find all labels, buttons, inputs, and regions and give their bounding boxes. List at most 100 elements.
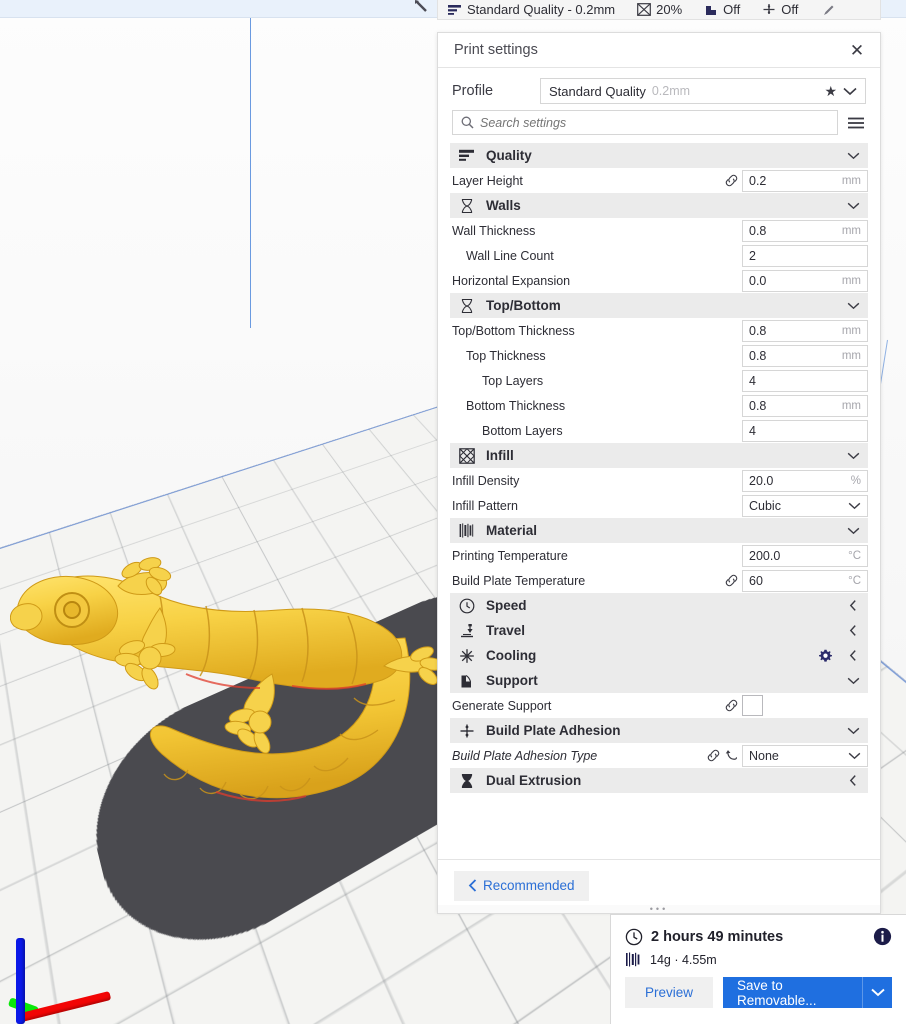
settings-list[interactable]: Quality Layer Height 0.2 mm Walls Wall Thickn… [438,143,880,859]
summary-support-label: Off [723,2,741,17]
chevron-down-icon[interactable] [846,452,860,460]
chevron-left-icon[interactable] [846,599,860,612]
chevron-down-icon[interactable] [843,87,857,96]
setting-field-horizontal-expansion[interactable]: 0.0 mm [742,269,868,292]
chevron-down-icon[interactable] [846,302,860,310]
chevron-down-icon[interactable] [846,677,860,685]
setting-value-wall-thickness: 0.8 [749,223,767,238]
axis-gizmo [6,924,136,1024]
setting-label-generate-support: Generate Support [452,698,552,713]
setting-row-infill-pattern: Infill Pattern Cubic [450,493,868,518]
setting-field-build-plate-temperature[interactable]: 60 °C [742,569,868,592]
settings-category-label: Speed [486,598,527,613]
link-icon[interactable] [724,574,738,587]
search-row [438,110,880,143]
setting-field-top-layers[interactable]: 4 [742,369,868,392]
settings-category-top-bottom[interactable]: Top/Bottom [450,293,868,318]
model-articulated-gecko[interactable] [10,548,440,878]
summary-edit-button[interactable] [822,4,835,17]
setting-field-build-plate-adhesion-type[interactable]: None [742,744,868,767]
settings-category-build-plate-adhesion[interactable]: Build Plate Adhesion [450,718,868,743]
setting-value-bottom-layers: 4 [749,423,756,438]
setting-value-top-layers: 4 [749,373,756,388]
settings-category-label: Top/Bottom [486,298,561,313]
setting-label-bottom-thickness: Bottom Thickness [466,398,566,413]
settings-category-walls[interactable]: Walls [450,193,868,218]
setting-label-top-thickness: Top Thickness [466,348,546,363]
save-to-removable-button[interactable]: Save to Removable... [723,977,862,1008]
chevron-down-icon[interactable] [848,499,861,513]
chevron-down-icon[interactable] [846,152,860,160]
close-icon[interactable]: ✕ [846,39,868,61]
setting-field-wall-thickness[interactable]: 0.8 mm [742,219,868,242]
setting-field-infill-pattern[interactable]: Cubic [742,494,868,517]
setting-label-top-bottom-thickness: Top/Bottom Thickness [452,323,575,338]
settings-visibility-menu-button[interactable] [846,113,866,133]
rotate-tool-icon[interactable] [412,0,432,16]
link-icon[interactable] [724,174,738,187]
setting-row-top-bottom-thickness: Top/Bottom Thickness 0.8 mm [450,318,868,343]
material-icon [626,952,640,967]
setting-field-layer-height[interactable]: 0.2 mm [742,169,868,192]
settings-category-quality[interactable]: Quality [450,143,868,168]
summary-support[interactable]: Off [704,2,740,17]
info-icon[interactable] [873,927,892,946]
chevron-down-icon[interactable] [846,727,860,735]
search-input[interactable] [480,115,829,130]
profile-sublabel: 0.2mm [651,84,691,98]
setting-unit-horizontal-expansion: mm [841,274,861,287]
summary-infill[interactable]: 20% [637,2,682,17]
gear-icon[interactable] [819,649,832,662]
material-usage: 14g · 4.55m [650,952,717,967]
chevron-left-icon [468,879,477,892]
setting-field-top-bottom-thickness[interactable]: 0.8 mm [742,319,868,342]
setting-field-bottom-thickness[interactable]: 0.8 mm [742,394,868,417]
preview-button[interactable]: Preview [625,977,714,1008]
setting-field-bottom-layers[interactable]: 4 [742,419,868,442]
star-icon[interactable]: ★ [824,83,837,100]
setting-label-printing-temperature: Printing Temperature [452,548,568,563]
recommended-button[interactable]: Recommended [454,870,589,901]
setting-label-infill-density: Infill Density [452,473,520,488]
panel-resize-grip[interactable]: ••• [437,904,881,914]
walls-icon [458,197,476,215]
support-icon [458,672,476,690]
setting-label-horizontal-expansion: Horizontal Expansion [452,273,571,288]
chevron-down-icon[interactable] [846,527,860,535]
chevron-left-icon[interactable] [846,624,860,637]
settings-category-infill[interactable]: Infill [450,443,868,468]
setting-field-top-thickness[interactable]: 0.8 mm [742,344,868,367]
summary-infill-label: 20% [656,2,683,17]
link-icon[interactable] [724,699,738,712]
settings-category-cooling[interactable]: Cooling [450,643,868,668]
summary-adhesion[interactable]: Off [762,2,798,17]
revert-icon[interactable] [724,749,738,762]
profile-name: Standard Quality [549,83,646,99]
settings-category-label: Cooling [486,648,537,663]
settings-category-dual-extrusion[interactable]: Dual Extrusion [450,768,868,793]
link-icon[interactable] [706,749,720,762]
settings-category-label: Walls [486,198,521,213]
settings-category-support[interactable]: Support [450,668,868,693]
settings-category-label: Quality [486,148,532,163]
search-icon [461,116,474,129]
summary-profile[interactable]: Standard Quality - 0.2mm [448,2,615,17]
settings-category-travel[interactable]: Travel [450,618,868,643]
print-setup-summary-bar[interactable]: Standard Quality - 0.2mm 20% Off Off [437,0,881,20]
profile-select[interactable]: Standard Quality 0.2mm ★ [540,78,866,104]
profile-label: Profile [452,83,494,99]
chevron-left-icon[interactable] [846,774,860,787]
settings-category-speed[interactable]: Speed [450,593,868,618]
top-bottom-icon [458,297,476,315]
settings-category-material[interactable]: Material [450,518,868,543]
setting-field-wall-line-count[interactable]: 2 [742,244,868,267]
setting-field-printing-temperature[interactable]: 200.0 °C [742,544,868,567]
settings-category-label: Build Plate Adhesion [486,723,621,738]
save-options-dropdown-button[interactable] [862,977,892,1008]
search-box[interactable] [452,110,838,135]
setting-field-infill-density[interactable]: 20.0% [742,469,868,492]
chevron-down-icon[interactable] [846,202,860,210]
setting-checkbox-generate-support[interactable] [742,695,763,716]
chevron-down-icon[interactable] [848,749,861,763]
chevron-left-icon[interactable] [846,649,860,662]
